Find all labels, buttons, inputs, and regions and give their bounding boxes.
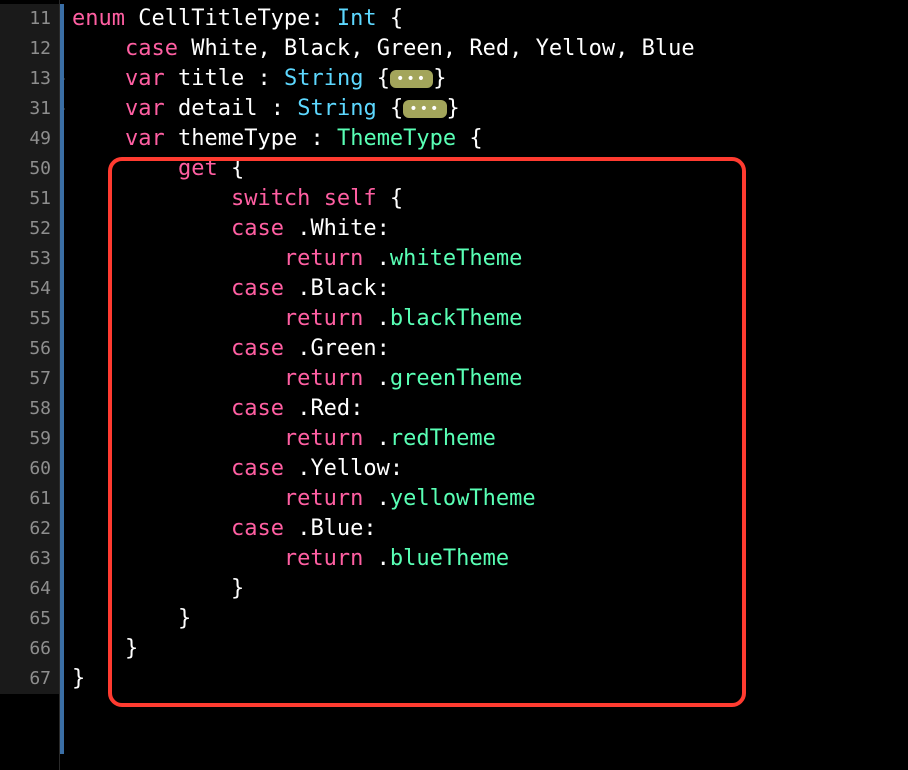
code-line[interactable]: }: [72, 664, 908, 694]
line-number[interactable]: 53: [0, 244, 59, 274]
code-line[interactable]: return .blueTheme: [72, 544, 908, 574]
code-line[interactable]: case .Black:: [72, 274, 908, 304]
line-number[interactable]: 60: [0, 454, 59, 484]
code-line-folded[interactable]: var detail : String {•••}: [72, 94, 908, 124]
code-line[interactable]: switch self {: [72, 184, 908, 214]
line-number[interactable]: 54: [0, 274, 59, 304]
code-line[interactable]: }: [72, 574, 908, 604]
line-number[interactable]: 11: [0, 4, 59, 34]
code-line[interactable]: return .redTheme: [72, 424, 908, 454]
type-name: CellTitleType: [138, 6, 310, 31]
line-number[interactable]: 64: [0, 574, 59, 604]
line-number[interactable]: 56: [0, 334, 59, 364]
keyword-var: var: [125, 96, 165, 121]
code-line[interactable]: case .Yellow:: [72, 454, 908, 484]
code-line-folded[interactable]: var title : String {•••}: [72, 64, 908, 94]
code-line[interactable]: return .yellowTheme: [72, 484, 908, 514]
code-line[interactable]: case .White:: [72, 214, 908, 244]
code-editor: 1112133149505152535455565758596061626364…: [0, 0, 908, 770]
keyword-case: case: [125, 36, 178, 61]
code-line[interactable]: }: [72, 604, 908, 634]
code-line[interactable]: return .blackTheme: [72, 304, 908, 334]
line-number[interactable]: 66: [0, 634, 59, 664]
line-number[interactable]: 51: [0, 184, 59, 214]
keyword-enum: enum: [72, 6, 125, 31]
fold-indicator-icon[interactable]: •••: [390, 70, 433, 88]
line-number[interactable]: 12: [0, 34, 59, 64]
fold-indicator-icon[interactable]: •••: [403, 100, 446, 118]
code-line[interactable]: return .whiteTheme: [72, 244, 908, 274]
line-number[interactable]: 67: [0, 664, 59, 694]
code-line[interactable]: case White, Black, Green, Red, Yellow, B…: [72, 34, 908, 64]
line-number[interactable]: 55: [0, 304, 59, 334]
type-themetype: ThemeType: [337, 126, 456, 151]
keyword-var: var: [125, 66, 165, 91]
code-line[interactable]: case .Green:: [72, 334, 908, 364]
type-int: Int: [337, 6, 377, 31]
line-number[interactable]: 59: [0, 424, 59, 454]
code-line[interactable]: get {: [72, 154, 908, 184]
keyword-get: get: [178, 156, 218, 181]
line-number[interactable]: 13: [0, 64, 59, 94]
line-number[interactable]: 62: [0, 514, 59, 544]
code-line[interactable]: var themeType : ThemeType {: [72, 124, 908, 154]
line-number[interactable]: 58: [0, 394, 59, 424]
line-number-gutter: 1112133149505152535455565758596061626364…: [0, 0, 60, 770]
keyword-switch: switch: [231, 186, 310, 211]
line-number[interactable]: 63: [0, 544, 59, 574]
keyword-var: var: [125, 126, 165, 151]
code-line[interactable]: return .greenTheme: [72, 364, 908, 394]
code-line[interactable]: case .Blue:: [72, 514, 908, 544]
line-number[interactable]: 49: [0, 124, 59, 154]
code-area[interactable]: enum CellTitleType: Int { case White, Bl…: [60, 0, 908, 770]
line-number[interactable]: 31: [0, 94, 59, 124]
line-number[interactable]: 61: [0, 484, 59, 514]
line-number[interactable]: 52: [0, 214, 59, 244]
code-line[interactable]: case .Red:: [72, 394, 908, 424]
line-number[interactable]: 65: [0, 604, 59, 634]
keyword-self: self: [324, 186, 377, 211]
line-number[interactable]: 57: [0, 364, 59, 394]
code-line[interactable]: enum CellTitleType: Int {: [72, 4, 908, 34]
line-number[interactable]: 50: [0, 154, 59, 184]
code-line[interactable]: }: [72, 634, 908, 664]
